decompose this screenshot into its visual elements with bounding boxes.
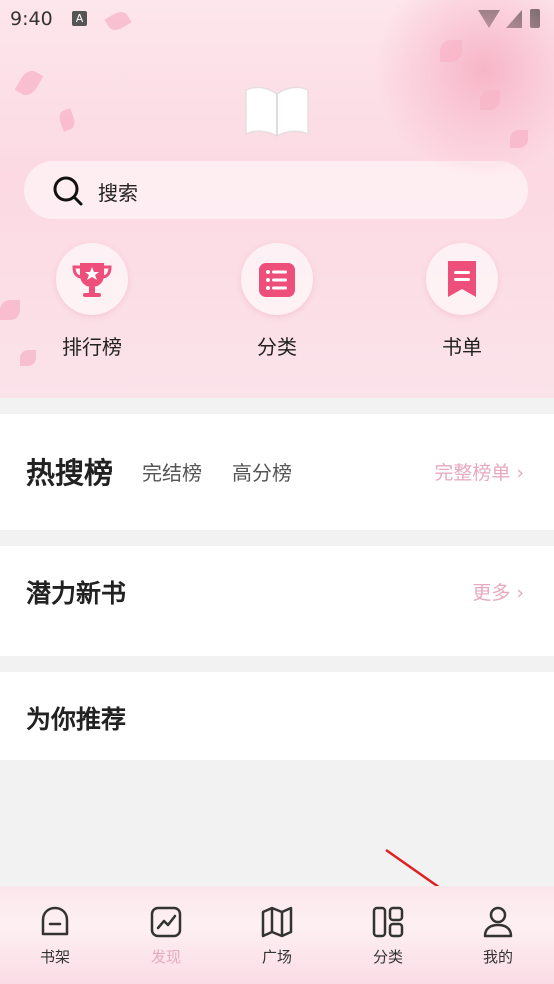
quick-link-category[interactable]: 分类	[217, 243, 337, 360]
petal-decoration	[14, 67, 44, 99]
status-notification-icon: A	[72, 11, 87, 26]
petal-decoration	[480, 90, 500, 110]
quick-link-booklist[interactable]: 书单	[402, 243, 522, 360]
search-icon	[53, 176, 83, 206]
quick-link-label: 分类	[257, 335, 297, 359]
header-banner: 9:40 A 搜索 排行榜 分类 书单	[0, 0, 554, 398]
more-link[interactable]: 更多 ›	[472, 578, 524, 605]
petal-decoration	[440, 40, 462, 62]
section-title: 为你推荐	[26, 705, 127, 734]
tab-high-score[interactable]: 高分榜	[232, 457, 292, 486]
trophy-icon	[72, 263, 112, 297]
potential-books-section: 潜力新书 更多 ›	[0, 546, 554, 656]
tab-label: 书架	[39, 948, 70, 966]
bottom-tab-bar: 书架 发现 广场 分类 我的	[0, 886, 554, 984]
petal-decoration	[57, 108, 77, 132]
map-icon	[261, 906, 293, 938]
search-bar[interactable]: 搜索	[24, 161, 528, 219]
tab-label: 发现	[150, 948, 181, 966]
ranking-icon-circle	[56, 243, 128, 315]
category-icon-circle	[241, 243, 313, 315]
section-title: 潜力新书	[26, 579, 127, 608]
tab-profile[interactable]: 我的	[443, 886, 553, 984]
profile-icon	[483, 906, 513, 938]
booklist-icon-circle	[426, 243, 498, 315]
petal-decoration	[510, 130, 528, 148]
hot-search-section: 热搜榜 完结榜 高分榜 完整榜单 ›	[0, 414, 554, 530]
wifi-icon	[478, 10, 500, 28]
signal-icon	[506, 10, 522, 28]
tab-label: 分类	[372, 948, 403, 966]
battery-icon	[530, 9, 540, 28]
quick-link-ranking[interactable]: 排行榜	[32, 243, 152, 360]
full-ranking-link[interactable]: 完整榜单 ›	[434, 458, 524, 485]
recommend-section: 为你推荐	[0, 672, 554, 760]
tab-completed[interactable]: 完结榜	[142, 457, 202, 486]
category-icon	[372, 906, 404, 938]
status-bar: 9:40 A	[0, 0, 554, 40]
search-input[interactable]: 搜索	[98, 177, 138, 206]
tab-label: 我的	[482, 948, 513, 966]
quick-link-label: 排行榜	[62, 335, 122, 359]
tab-category[interactable]: 分类	[333, 886, 443, 984]
tab-discover[interactable]: 发现	[111, 886, 221, 984]
quick-link-label: 书单	[442, 335, 482, 359]
section-title: 热搜榜	[26, 456, 114, 490]
discover-icon	[150, 906, 182, 938]
tab-label: 广场	[261, 948, 292, 966]
bookshelf-icon	[41, 906, 69, 936]
tab-square[interactable]: 广场	[222, 886, 332, 984]
status-time: 9:40	[10, 8, 53, 30]
book-logo-icon	[245, 86, 309, 138]
petal-decoration	[0, 300, 20, 320]
list-icon	[259, 263, 295, 297]
tab-bookshelf[interactable]: 书架	[0, 886, 110, 984]
bookmark-icon	[448, 261, 476, 297]
